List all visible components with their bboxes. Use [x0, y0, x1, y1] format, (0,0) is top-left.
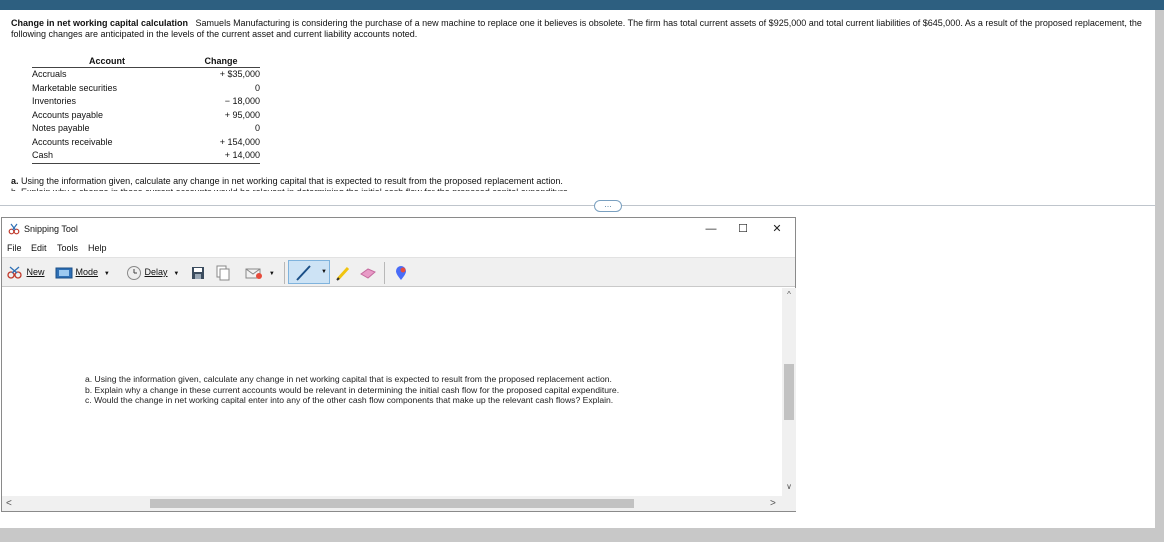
new-snip-icon	[7, 266, 22, 279]
table-row: Accruals + $35,000	[32, 68, 260, 82]
account-change-cell: + $35,000	[219, 69, 260, 79]
scrollbar-corner	[782, 496, 796, 511]
delay-clock-icon	[127, 265, 141, 280]
table-row: Marketable securities 0	[32, 82, 260, 96]
snipping-tool-icon	[8, 223, 20, 235]
captured-line-a: a. Using the information given, calculat…	[85, 374, 612, 384]
pen-dropdown-arrow-icon: ▼	[321, 269, 327, 275]
account-change-cell: + 154,000	[219, 136, 260, 147]
horizontal-scroll-thumb[interactable]	[150, 499, 634, 508]
horizontal-scrollbar[interactable]: < >	[2, 496, 782, 511]
pen-button[interactable]: ▼	[288, 260, 330, 284]
copy-button[interactable]	[216, 263, 230, 281]
question-b-cutoff: b. Explain why a change in these current…	[11, 187, 611, 191]
account-change-cell: + 14,000	[224, 150, 260, 160]
section-divider	[0, 205, 1164, 206]
menu-help[interactable]: Help	[88, 243, 107, 253]
close-button[interactable]: ✕	[762, 221, 792, 237]
account-name-cell: Accounts receivable	[32, 136, 113, 147]
paint-3d-button[interactable]	[394, 263, 408, 281]
toolbar: New Mode ▼ Delay ▼ ▼ ▼	[2, 257, 795, 287]
expand-button[interactable]: …	[594, 200, 622, 212]
account-name-cell: Inventories	[32, 96, 77, 106]
menu-edit[interactable]: Edit	[31, 243, 47, 253]
delay-dropdown-arrow-icon: ▼	[170, 271, 180, 277]
problem-title: Change in net working capital calculatio…	[11, 18, 189, 28]
page-edge-right	[1155, 10, 1164, 542]
pen-icon	[296, 265, 311, 281]
problem-statement: Change in net working capital calculatio…	[11, 18, 1151, 40]
table-row: Accounts payable + 95,000	[32, 109, 260, 123]
scroll-left-icon[interactable]: <	[6, 496, 12, 511]
account-change-cell: + 95,000	[224, 109, 260, 120]
window-titlebar[interactable]: Snipping Tool — ☐ ✕	[2, 218, 795, 240]
page-edge-bottom	[0, 528, 1164, 542]
mode-button[interactable]: Mode ▼	[55, 263, 110, 281]
vertical-scroll-thumb[interactable]	[784, 364, 794, 420]
window-title: Snipping Tool	[24, 224, 78, 234]
account-change-cell: 0	[254, 82, 260, 93]
mode-icon	[55, 267, 73, 279]
table-row: Notes payable 0	[32, 122, 260, 136]
account-name-cell: Cash	[32, 150, 54, 160]
table-row: Inventories − 18,000	[32, 95, 260, 109]
delay-label: Delay	[144, 267, 168, 277]
send-dropdown-arrow-icon: ▼	[265, 271, 275, 277]
table-body: Accruals + $35,000 Marketable securities 0 I…	[32, 68, 260, 163]
column-header-account: Account	[89, 56, 125, 66]
copy-icon	[216, 265, 230, 281]
scroll-up-icon[interactable]: ^	[782, 290, 796, 299]
eraser-icon	[360, 268, 376, 279]
account-name-cell: Notes payable	[32, 123, 90, 133]
minimize-button[interactable]: —	[696, 221, 726, 237]
menu-tools[interactable]: Tools	[57, 243, 78, 253]
top-accent-bar	[0, 0, 1164, 10]
question-a: a. Using the information given, calculat…	[11, 176, 563, 186]
snip-canvas[interactable]: a. Using the information given, calculat…	[2, 288, 782, 496]
captured-text: a. Using the information given, calculat…	[85, 374, 619, 406]
captured-line-b: b. Explain why a change in these current…	[85, 384, 620, 395]
table-row: Cash + 14,000	[32, 149, 260, 163]
question-a-text: Using the information given, calculate a…	[21, 176, 563, 186]
eraser-button[interactable]	[359, 263, 377, 281]
snipping-tool-window: Snipping Tool — ☐ ✕ File Edit Tools Help…	[1, 217, 796, 512]
scroll-down-icon[interactable]: ∨	[782, 482, 796, 491]
captured-line-c: c. Would the change in net working capit…	[85, 395, 614, 405]
table-row: Accounts receivable + 154,000	[32, 136, 260, 150]
vertical-scrollbar[interactable]: ^ ∨	[782, 288, 796, 496]
paint-3d-icon	[396, 265, 406, 280]
scroll-right-icon[interactable]: >	[770, 496, 776, 511]
delay-button[interactable]: Delay ▼	[126, 263, 179, 281]
menu-bar: File Edit Tools Help	[2, 240, 795, 257]
send-snip-button[interactable]: ▼	[245, 263, 275, 281]
account-changes-table: Account Change Accruals + $35,000 Marketab…	[32, 55, 260, 164]
table-header-row: Account Change	[32, 55, 260, 68]
toolbar-separator	[384, 262, 385, 284]
mode-dropdown-arrow-icon: ▼	[100, 271, 110, 277]
mode-label: Mode	[75, 267, 99, 277]
menu-file[interactable]: File	[7, 243, 22, 253]
highlighter-button[interactable]	[335, 263, 351, 281]
send-snip-icon	[245, 268, 262, 279]
column-header-change: Change	[204, 56, 238, 66]
account-name-cell: Accounts payable	[32, 109, 104, 120]
account-name-cell: Accruals	[32, 69, 67, 79]
highlighter-icon	[336, 266, 350, 281]
new-snip-label: New	[26, 267, 45, 277]
question-a-label: a.	[11, 176, 19, 186]
save-button[interactable]	[191, 263, 205, 281]
account-change-cell: 0	[254, 123, 260, 133]
new-snip-button[interactable]: New	[6, 263, 45, 281]
account-change-cell: − 18,000	[224, 96, 260, 106]
account-name-cell: Marketable securities	[32, 82, 118, 93]
save-icon	[192, 266, 204, 279]
maximize-button[interactable]: ☐	[728, 221, 758, 237]
toolbar-separator	[284, 262, 285, 284]
